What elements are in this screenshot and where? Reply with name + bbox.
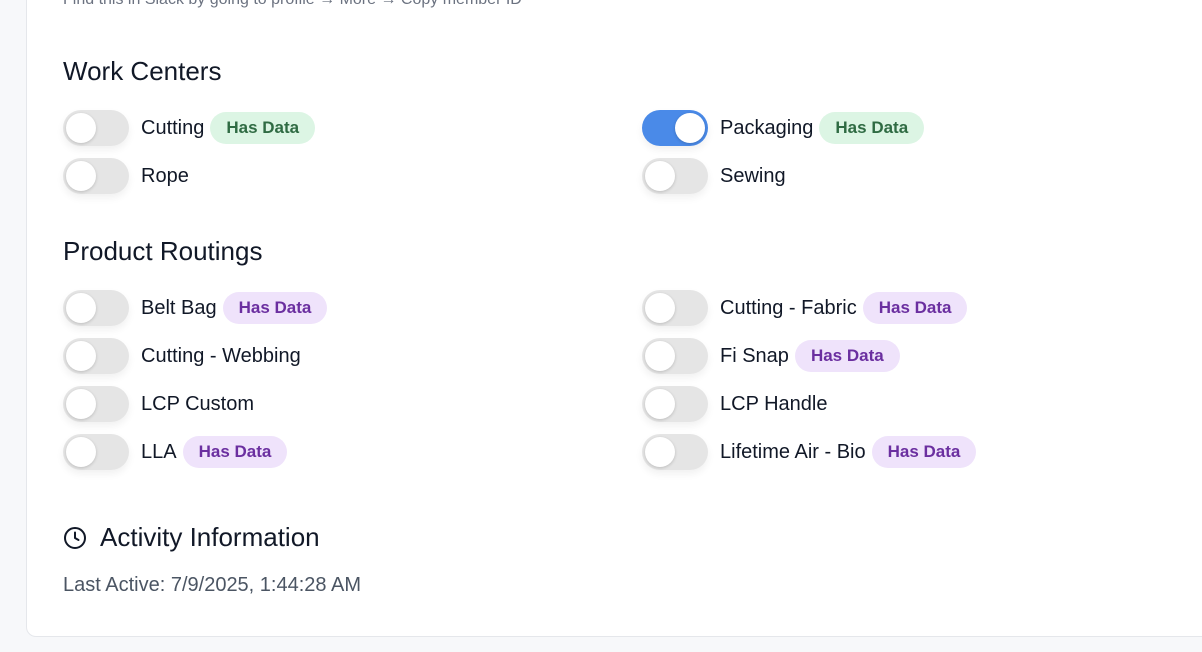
routing-fi-snap-toggle[interactable] [642,338,708,374]
work-center-label: Cutting [141,116,205,139]
routing-lifetime-air-bio-toggle[interactable] [642,434,708,470]
routing-label: Lifetime Air - Bio [720,440,866,463]
work-center-label: Packaging [720,116,814,139]
has-data-badge: Has Data [210,112,316,144]
routing-label: Cutting - Webbing [141,344,301,367]
work-center-packaging-toggle[interactable] [642,110,708,146]
has-data-badge: Has Data [819,112,925,144]
routing-belt-bag: Belt Bag Has Data [63,290,328,326]
routing-label: LLA [141,440,177,463]
work-center-sewing: Sewing [642,158,786,194]
routing-lcp-custom: LCP Custom [63,386,254,422]
has-data-badge: Has Data [871,436,977,468]
toggle-knob [66,389,96,419]
routing-label: LCP Handle [720,392,828,415]
toggle-knob [66,293,96,323]
work-center-rope: Rope [63,158,189,194]
work-center-packaging: Packaging Has Data [642,110,925,146]
toggle-knob [66,341,96,371]
routing-cutting-webbing-toggle[interactable] [63,338,129,374]
work-center-sewing-toggle[interactable] [642,158,708,194]
work-center-rope-toggle[interactable] [63,158,129,194]
work-center-cutting-toggle[interactable] [63,110,129,146]
routing-lla: LLA Has Data [63,434,288,470]
has-data-badge: Has Data [182,436,288,468]
work-centers-heading: Work Centers [63,56,222,86]
toggle-knob [645,161,675,191]
routing-cutting-fabric: Cutting - Fabric Has Data [642,290,968,326]
toggle-knob [645,389,675,419]
activity-heading: Activity Information [63,522,320,553]
member-id-hint: Find this in Slack by going to profile →… [63,0,522,9]
clock-icon [64,526,86,549]
routing-lla-toggle[interactable] [63,434,129,470]
routing-belt-bag-toggle[interactable] [63,290,129,326]
routing-cutting-webbing: Cutting - Webbing [63,338,301,374]
routing-lcp-handle: LCP Handle [642,386,827,422]
last-active-text: Last Active: 7/9/2025, 1:44:28 AM [63,574,361,596]
routing-lcp-custom-toggle[interactable] [63,386,129,422]
work-center-label: Sewing [720,164,786,187]
toggle-knob [645,341,675,371]
routing-label: Belt Bag [141,296,217,319]
has-data-badge: Has Data [222,292,328,324]
work-center-cutting: Cutting Has Data [63,110,316,146]
routing-fi-snap: Fi Snap Has Data [642,338,900,374]
routing-lifetime-air-bio: Lifetime Air - Bio Has Data [642,434,977,470]
has-data-badge: Has Data [794,340,900,372]
activity-title: Activity Information [100,522,320,552]
toggle-knob [66,437,96,467]
toggle-knob [66,113,96,143]
routing-label: Cutting - Fabric [720,296,857,319]
toggle-knob [675,113,705,143]
toggle-knob [645,293,675,323]
routing-label: Fi Snap [720,344,789,367]
work-center-label: Rope [141,164,189,187]
product-routings-heading: Product Routings [63,236,263,266]
toggle-knob [645,437,675,467]
has-data-badge: Has Data [862,292,968,324]
routing-cutting-fabric-toggle[interactable] [642,290,708,326]
routing-label: LCP Custom [141,392,255,415]
toggle-knob [66,161,96,191]
routing-lcp-handle-toggle[interactable] [642,386,708,422]
